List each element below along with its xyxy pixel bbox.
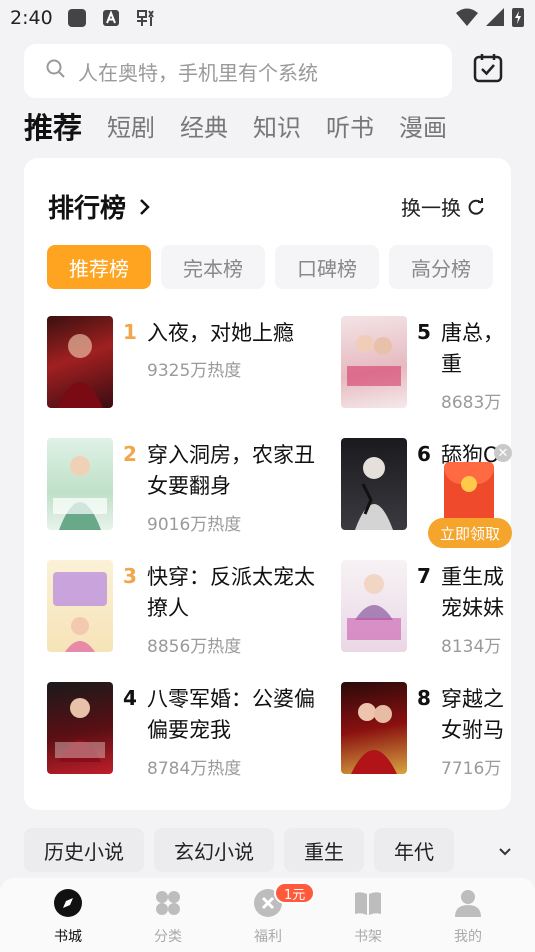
category-chips: 历史小说 玄幻小说 重生 年代 bbox=[24, 828, 454, 872]
book-cover bbox=[47, 316, 113, 408]
chip-reputation[interactable]: 口碑榜 bbox=[275, 245, 379, 289]
refresh-icon bbox=[467, 197, 485, 216]
status-time: 2:40 bbox=[10, 7, 53, 29]
tab-comic[interactable]: 漫画 bbox=[399, 106, 447, 150]
book-item[interactable]: 4 八零军婚：公婆偏偏要宠我 8784万热度 bbox=[47, 682, 317, 779]
book-open-icon bbox=[353, 888, 383, 922]
battery-icon bbox=[511, 6, 525, 32]
book-heat: 9325万热度 bbox=[147, 361, 242, 381]
wifi-icon bbox=[455, 6, 479, 32]
book-heat: 9016万热度 bbox=[147, 515, 242, 535]
compass-icon bbox=[53, 888, 83, 922]
claim-button[interactable]: 立即领取 bbox=[428, 518, 512, 548]
tab-short-drama[interactable]: 短剧 bbox=[107, 106, 155, 150]
calendar-checkin-button[interactable] bbox=[470, 52, 506, 88]
rank-number: 8 bbox=[417, 686, 431, 710]
refresh-label: 换一换 bbox=[401, 196, 461, 220]
category-chip[interactable]: 历史小说 bbox=[24, 828, 144, 872]
nav-label: 分类 bbox=[154, 929, 182, 945]
category-chip[interactable]: 玄幻小说 bbox=[154, 828, 274, 872]
book-title: 八零军婚：公婆偏偏要宠我 bbox=[147, 687, 315, 742]
nav-profile[interactable]: 我的 bbox=[438, 888, 498, 946]
rank-number: 4 bbox=[123, 686, 137, 710]
tab-recommend[interactable]: 推荐 bbox=[24, 106, 82, 150]
book-cover bbox=[341, 560, 407, 652]
rank-number: 2 bbox=[123, 442, 137, 466]
chevron-down-icon bbox=[498, 842, 512, 861]
rank-number: 1 bbox=[123, 320, 137, 344]
rank-number: 7 bbox=[417, 564, 431, 588]
book-heat: 8134万 bbox=[441, 637, 502, 657]
book-cover bbox=[341, 682, 407, 774]
book-item[interactable]: 8 穿越之女驸马 7716万 bbox=[341, 682, 511, 779]
book-cover bbox=[341, 438, 407, 530]
book-title: 穿越之女驸马 bbox=[441, 687, 504, 742]
book-item[interactable]: 7 重生成宠妹妹 8134万 bbox=[341, 560, 511, 657]
status-bar: 2:40 bbox=[0, 0, 535, 36]
book-title: 重生成宠妹妹 bbox=[441, 565, 504, 620]
book-heat: 7716万 bbox=[441, 759, 502, 779]
ranking-chips: 推荐榜 完本榜 口碑榜 高分榜 bbox=[47, 245, 493, 289]
tab-classic[interactable]: 经典 bbox=[180, 106, 228, 150]
rank-number: 3 bbox=[123, 564, 137, 588]
ranking-title: 排行榜 bbox=[48, 194, 127, 224]
app-logo-notification-icon bbox=[134, 7, 156, 29]
book-heat: 8683万 bbox=[441, 393, 502, 413]
chip-high-score[interactable]: 高分榜 bbox=[389, 245, 493, 289]
nav-category[interactable]: 分类 bbox=[138, 888, 198, 946]
book-item[interactable]: 1 入夜，对她上瘾 9325万热度 bbox=[47, 316, 317, 408]
book-title: 穿入洞房，农家丑女要翻身 bbox=[147, 443, 315, 498]
nav-bookstore[interactable]: 书城 bbox=[38, 888, 98, 946]
nav-bookshelf[interactable]: 书架 bbox=[338, 888, 398, 946]
book-title: 唐总，重 bbox=[441, 321, 504, 376]
rank-number: 5 bbox=[417, 320, 431, 344]
search-placeholder: 人在奥特，手机里有个系统 bbox=[78, 60, 318, 85]
search-input[interactable]: 人在奥特，手机里有个系统 bbox=[24, 44, 452, 98]
refresh-button[interactable]: 换一换 bbox=[401, 192, 485, 221]
book-heat: 8784万热度 bbox=[147, 759, 242, 779]
ranking-header[interactable]: 排行榜 bbox=[48, 188, 152, 225]
book-cover bbox=[47, 438, 113, 530]
tab-knowledge[interactable]: 知识 bbox=[253, 106, 301, 150]
book-cover bbox=[341, 316, 407, 408]
book-item[interactable]: 2 穿入洞房，农家丑女要翻身 9016万热度 bbox=[47, 438, 317, 535]
coin-icon bbox=[461, 476, 477, 492]
book-item[interactable]: 5 唐总，重 8683万 bbox=[341, 316, 511, 413]
font-notification-icon bbox=[100, 7, 122, 29]
calendar-check-icon bbox=[472, 52, 504, 88]
chip-recommend[interactable]: 推荐榜 bbox=[47, 245, 151, 289]
book-heat: 8856万热度 bbox=[147, 637, 242, 657]
nav-label: 我的 bbox=[454, 929, 482, 945]
category-grid-icon bbox=[153, 888, 183, 922]
bottom-nav: 书城 分类 福利 书架 我的 bbox=[0, 878, 535, 952]
book-cover bbox=[47, 682, 113, 774]
close-icon[interactable]: ✕ bbox=[494, 444, 512, 462]
user-icon bbox=[453, 888, 483, 922]
channel-tabs: 推荐 短剧 经典 知识 听书 漫画 bbox=[24, 106, 472, 150]
expand-categories-button[interactable] bbox=[494, 840, 516, 862]
red-packet-promo[interactable] bbox=[444, 462, 494, 524]
rank-number: 6 bbox=[417, 442, 431, 466]
welfare-badge: 1元 bbox=[274, 882, 316, 904]
chevron-right-icon bbox=[138, 197, 152, 217]
app-notification-icon bbox=[66, 7, 88, 29]
book-title: 快穿：反派太宠太撩人 bbox=[147, 565, 315, 620]
chip-completed[interactable]: 完本榜 bbox=[161, 245, 265, 289]
book-item[interactable]: 3 快穿：反派太宠太撩人 8856万热度 bbox=[47, 560, 317, 657]
category-chip[interactable]: 重生 bbox=[284, 828, 364, 872]
book-title: 入夜，对她上瘾 bbox=[147, 321, 294, 345]
tab-audiobook[interactable]: 听书 bbox=[326, 106, 374, 150]
nav-label: 福利 bbox=[254, 929, 282, 945]
nav-label: 书架 bbox=[354, 929, 382, 945]
ranking-card: 排行榜 换一换 推荐榜 完本榜 口碑榜 高分榜 1 入夜，对她上瘾 9325万热… bbox=[24, 158, 511, 810]
nav-label: 书城 bbox=[54, 929, 82, 945]
signal-icon bbox=[485, 6, 505, 32]
book-cover bbox=[47, 560, 113, 652]
category-chip[interactable]: 年代 bbox=[374, 828, 454, 872]
search-icon bbox=[46, 59, 66, 83]
